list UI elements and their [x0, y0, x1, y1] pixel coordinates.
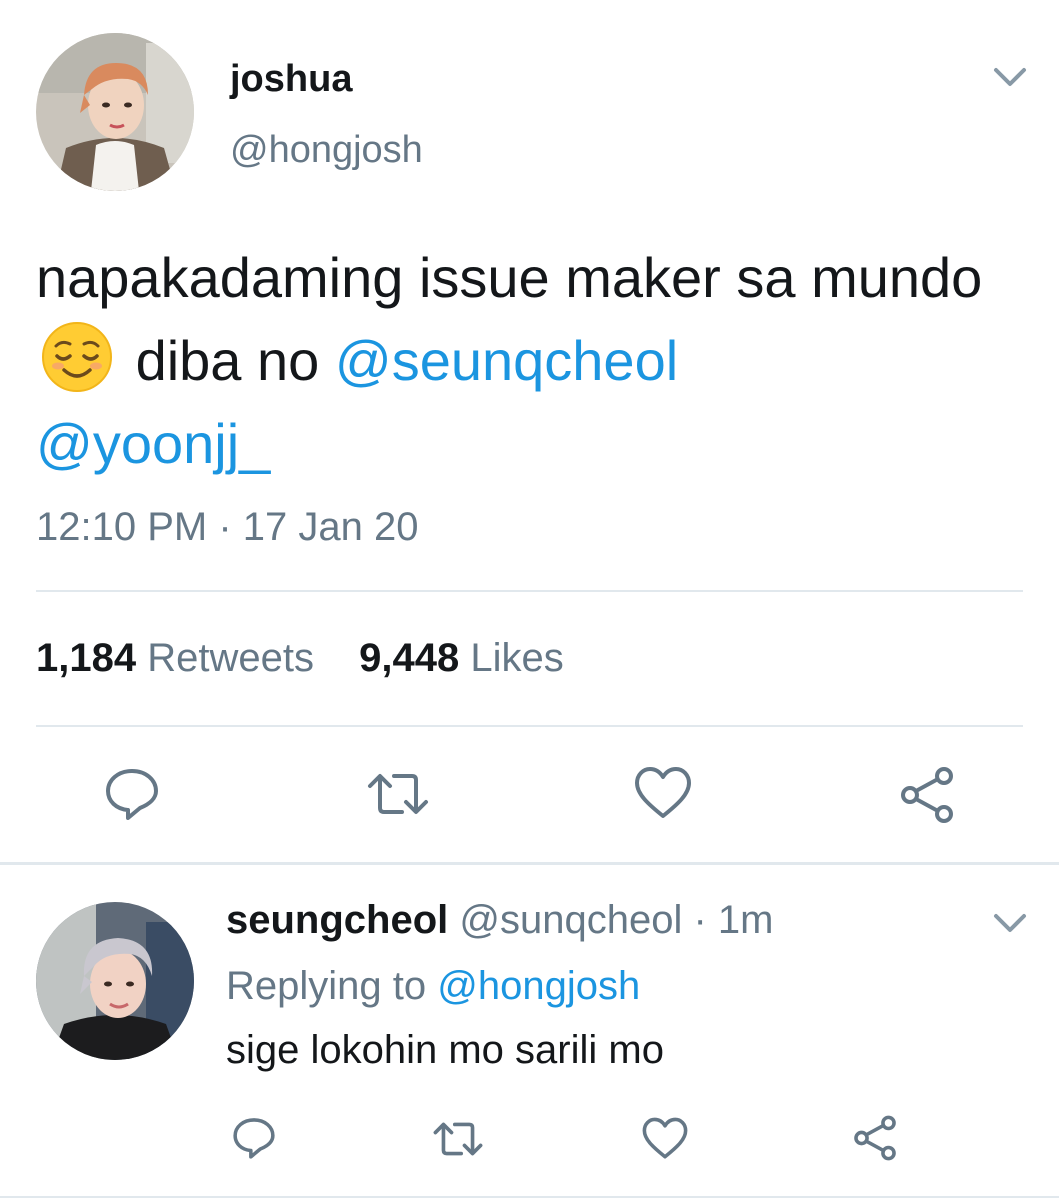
like-count: 9,448: [359, 636, 460, 680]
replying-to-label: Replying to: [226, 964, 427, 1008]
bottom-divider: [0, 1196, 1059, 1198]
avatar-seungcheol[interactable]: [36, 902, 194, 1060]
replying-to: Replying to @hongjosh: [226, 964, 640, 1009]
tweet-stats: 1,184 Retweets 9,448 Likes: [36, 636, 598, 681]
share-icon[interactable]: [852, 1115, 898, 1161]
tweet-text: napakadaming issue maker sa mundo diba n…: [36, 236, 1026, 485]
replying-to-handle[interactable]: @hongjosh: [437, 964, 640, 1008]
like-icon[interactable]: [642, 1117, 688, 1160]
like-stat[interactable]: 9,448 Likes: [359, 636, 564, 680]
like-label: Likes: [470, 636, 564, 680]
divider: [36, 590, 1023, 592]
reply-header: seungcheol @sunqcheol · 1m: [226, 898, 773, 943]
tweet-separator: [0, 862, 1059, 865]
reply-text: sige lokohin mo sarili mo: [226, 1028, 664, 1072]
tweet-timestamp[interactable]: 12:10 PM · 17 Jan 20: [36, 505, 418, 550]
retweet-icon[interactable]: [432, 1118, 484, 1160]
reply-icon[interactable]: [232, 1116, 276, 1160]
avatar-joshua[interactable]: [36, 33, 194, 191]
display-name[interactable]: joshua: [230, 58, 352, 101]
tweet-text-part2: diba no: [135, 329, 320, 392]
reply-icon[interactable]: [104, 766, 160, 822]
mention-link[interactable]: @yoonjj_: [36, 412, 270, 475]
chevron-down-icon[interactable]: [990, 908, 1030, 938]
retweet-icon[interactable]: [366, 768, 430, 820]
main-tweet: joshua @hongjosh napakadaming issue make…: [0, 0, 1059, 866]
retweet-label: Retweets: [147, 636, 314, 680]
divider: [36, 725, 1023, 727]
reply-display-name[interactable]: seungcheol: [226, 898, 448, 942]
retweet-stat[interactable]: 1,184 Retweets: [36, 636, 314, 680]
reply-handle[interactable]: @sunqcheol: [459, 898, 682, 942]
user-handle[interactable]: @hongjosh: [230, 129, 423, 172]
retweet-count: 1,184: [36, 636, 137, 680]
relieved-face-emoji: [42, 322, 112, 392]
tweet-text-part1: napakadaming issue maker sa mundo: [36, 246, 983, 309]
share-icon[interactable]: [898, 766, 956, 824]
reply-time[interactable]: · 1m: [693, 898, 773, 942]
chevron-down-icon[interactable]: [990, 62, 1030, 92]
mention-link[interactable]: @seunqcheol: [335, 329, 678, 392]
like-icon[interactable]: [634, 766, 692, 820]
